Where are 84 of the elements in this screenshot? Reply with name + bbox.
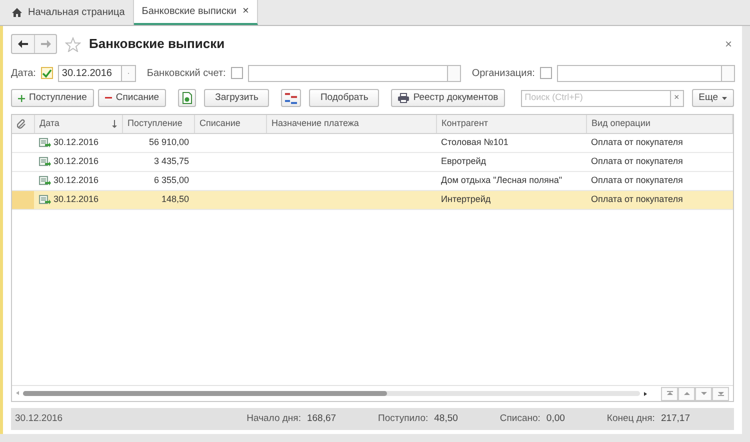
table-cell: 56 910,00: [148, 136, 189, 147]
table-cell: Оплата от покупателя: [591, 174, 683, 185]
total-label: Списано:: [500, 412, 540, 426]
table-cell-text: 30.12.2016: [54, 154, 99, 168]
total-value: 48,50: [434, 412, 458, 426]
table-cell: 6 355,00: [154, 174, 189, 185]
filter-label: Банковский счет:: [146, 66, 226, 80]
status-date: 30.12.2016: [15, 412, 63, 426]
column-header[interactable]: Назначение платежа: [266, 115, 436, 133]
date-field[interactable]: 30.12.2016: [58, 64, 122, 82]
debit-credit-icon: [285, 92, 298, 104]
column-header[interactable]: Вид операции: [586, 115, 732, 133]
table-cell: Оплата от покупателя: [591, 136, 683, 147]
close-button[interactable]: ×: [722, 35, 734, 53]
total-label: Поступило:: [378, 412, 428, 426]
home-icon: [12, 8, 22, 17]
checkbox[interactable]: [230, 67, 243, 79]
filter-label: Дата:: [11, 66, 36, 80]
table-cell: Оплата от покупателя: [591, 194, 683, 204]
more-button[interactable]: Еще: [692, 89, 734, 107]
column-header[interactable]: Поступление: [122, 115, 194, 133]
remove-button[interactable]: Списание: [98, 89, 166, 107]
plus-icon: [18, 94, 25, 102]
chevron-down-icon: [700, 391, 706, 396]
debit-credit-button[interactable]: [281, 89, 302, 107]
column-header[interactable]: Списание: [194, 115, 266, 133]
table-cell-text: 30.12.2016: [54, 174, 99, 187]
paperclip-icon: [17, 118, 26, 129]
printer-icon: [398, 93, 410, 103]
table-cell-text: 30.12.2016: [54, 192, 99, 206]
table-cell: Евротрейд: [441, 156, 486, 166]
minus-icon: [104, 97, 112, 99]
page-first-button[interactable]: [661, 386, 678, 400]
scroll-right-icon: [644, 392, 647, 396]
total-label: Конец дня:: [606, 412, 655, 426]
table-row[interactable]: 30.12.2016 3 435,75 Евротрейд Оплата от покупателя: [12, 152, 732, 171]
calendar-button[interactable]: [122, 64, 136, 82]
pick-button[interactable]: Подобрать: [309, 89, 380, 107]
checkbox[interactable]: [40, 67, 53, 79]
caret-icon: [722, 96, 727, 100]
table-cell: 3 435,75: [154, 156, 189, 166]
clear-button[interactable]: ×: [670, 90, 684, 106]
column-header[interactable]: Дата: [34, 115, 122, 133]
dropdown-button[interactable]: [722, 64, 735, 82]
page-up-button[interactable]: [678, 386, 695, 400]
document-button[interactable]: [178, 89, 196, 107]
document-icon: [182, 92, 192, 104]
add-button[interactable]: Поступление: [11, 89, 94, 107]
close-icon[interactable]: ×: [242, 3, 249, 20]
scrollbar-thumb[interactable]: [23, 391, 388, 396]
total-value: 0,00: [546, 412, 565, 426]
page-down-button[interactable]: [695, 386, 712, 400]
page-last-button[interactable]: [712, 386, 729, 400]
table-cell: Оплата от покупателя: [591, 156, 683, 166]
star-icon[interactable]: [65, 36, 81, 52]
select-field[interactable]: [248, 64, 448, 82]
scrollbar-track[interactable]: [23, 391, 640, 396]
table-row[interactable]: 30.12.2016 6 355,00 Дом отдыха "Лесная поляна" Оплата от покупателя: [12, 171, 732, 190]
chevron-up-icon: [666, 391, 672, 396]
table-row[interactable]: 30.12.2016 148,50 Интертрейд Оплата от покупателя: [12, 190, 732, 209]
chevron-down-icon: [718, 391, 724, 396]
form-title: Банковские выписки: [89, 35, 226, 54]
total-value: 168,67: [306, 412, 336, 426]
filter-label: Организация:: [472, 66, 535, 80]
table-cell-text: 30.12.2016: [54, 136, 99, 149]
table-cell: Интертрейд: [441, 194, 491, 204]
table-cell: Дом отдыха "Лесная поляна": [441, 174, 562, 185]
total-label: Начало дня:: [246, 412, 301, 426]
back-arrow-icon: [18, 40, 28, 48]
select-field[interactable]: [556, 64, 722, 82]
dropdown-button[interactable]: [448, 64, 461, 82]
column-header[interactable]: Контрагент: [436, 115, 586, 133]
registry-button[interactable]: Реестр документов: [391, 89, 506, 107]
table-row[interactable]: 30.12.2016 56 910,00 Столовая №101 Оплата от покупателя: [12, 133, 732, 152]
table-cell: 148,50: [161, 194, 189, 204]
total-value: 217,17: [660, 412, 690, 426]
scroll-left-icon: [16, 391, 19, 396]
chevron-up-icon: [684, 391, 690, 396]
tab[interactable]: Банковские выписки ×: [134, 0, 258, 25]
sort-down-icon: [112, 120, 116, 128]
load-button[interactable]: Загрузить: [204, 89, 270, 107]
forward-arrow-icon: [40, 40, 50, 48]
table-cell: Столовая №101: [441, 136, 508, 147]
checkbox[interactable]: [540, 67, 552, 79]
